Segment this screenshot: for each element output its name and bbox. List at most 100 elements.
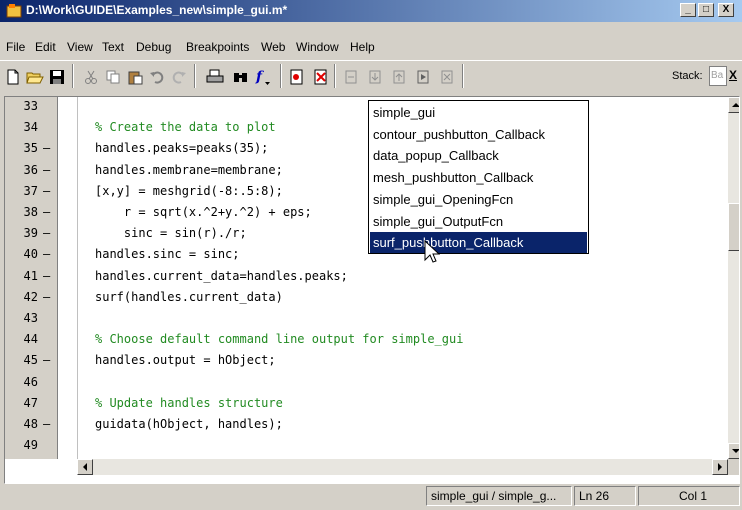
function-list-item[interactable]: simple_gui xyxy=(370,102,587,123)
function-list-item[interactable]: surf_pushbutton_Callback xyxy=(370,232,587,254)
toolbar-separator xyxy=(334,64,336,88)
exit-debug-icon[interactable] xyxy=(436,66,458,88)
breakpoint-marker[interactable]: – xyxy=(43,205,53,219)
function-list-dropdown[interactable]: simple_gui contour_pushbutton_Callback dat… xyxy=(368,100,589,254)
continue-icon[interactable] xyxy=(412,66,434,88)
stack-label: Stack: xyxy=(672,70,703,82)
code-comment: % Choose default command line output for… xyxy=(95,332,464,347)
line-number: 45 xyxy=(23,353,38,368)
line-number: 43 xyxy=(23,311,38,325)
breakpoint-marker[interactable]: – xyxy=(43,184,53,198)
scroll-right-icon[interactable] xyxy=(712,459,728,475)
line-number: 39 xyxy=(23,226,38,241)
line-number: 49 xyxy=(23,438,38,453)
line-number: 42 xyxy=(23,289,38,304)
mouse-cursor-icon xyxy=(424,240,440,263)
code-line: handles.membrane=membrane; xyxy=(95,162,283,177)
gutter-divider xyxy=(57,97,58,459)
function-list-item[interactable]: mesh_pushbutton_Callback xyxy=(370,167,587,188)
redo-icon[interactable] xyxy=(168,66,190,88)
scroll-down-icon[interactable] xyxy=(728,443,739,459)
open-folder-icon[interactable] xyxy=(24,66,46,88)
window-title: D:\Work\GUIDE\Examples_new\simple_gui.m* xyxy=(26,3,288,17)
close-button[interactable]: X xyxy=(718,3,734,17)
menu-debug[interactable]: Debug xyxy=(136,40,171,54)
toolbar-separator xyxy=(72,64,74,88)
editor-window: D:\Work\GUIDE\Examples_new\simple_gui.m*… xyxy=(0,0,742,510)
code-line: handles.peaks=peaks(35); xyxy=(95,141,269,156)
code-line: handles.output = hObject; xyxy=(95,353,276,368)
find-icon[interactable] xyxy=(230,66,252,88)
code-line: guidata(hObject, handles); xyxy=(95,417,283,431)
undo-icon[interactable] xyxy=(146,66,168,88)
vertical-scroll-thumb[interactable] xyxy=(728,203,739,251)
title-bar[interactable]: D:\Work\GUIDE\Examples_new\simple_gui.m*… xyxy=(0,0,742,22)
code-comment: % Create the data to plot xyxy=(95,120,276,135)
code-line: handles.sinc = sinc; xyxy=(95,247,240,262)
line-number: 35 xyxy=(23,141,38,156)
line-number: 47 xyxy=(23,395,38,410)
breakpoint-marker[interactable]: – xyxy=(43,226,53,240)
print-icon[interactable] xyxy=(204,66,226,88)
step-in-icon[interactable] xyxy=(364,66,386,88)
toolbar-separator xyxy=(462,64,464,88)
breakpoint-marker[interactable]: – xyxy=(43,141,53,155)
status-line: Ln 26 xyxy=(574,486,636,506)
save-icon[interactable] xyxy=(46,66,68,88)
stack-select[interactable]: Ba xyxy=(709,66,727,86)
line-number: 37 xyxy=(23,183,38,198)
new-file-icon[interactable] xyxy=(2,66,24,88)
menu-breakpoints[interactable]: Breakpoints xyxy=(186,40,249,54)
horizontal-scrollbar[interactable] xyxy=(77,459,728,475)
line-number: 38 xyxy=(23,205,38,219)
menu-edit[interactable]: Edit xyxy=(35,40,56,54)
scroll-up-icon[interactable] xyxy=(728,97,739,113)
line-number: 41 xyxy=(23,268,38,283)
svg-text:f: f xyxy=(255,69,265,85)
breakpoint-marker[interactable]: – xyxy=(43,290,53,304)
line-number: 44 xyxy=(23,332,38,347)
close-editor-button[interactable]: X xyxy=(729,68,737,82)
paste-icon[interactable] xyxy=(124,66,146,88)
breakpoint-marker[interactable]: – xyxy=(43,247,53,261)
menu-help[interactable]: Help xyxy=(350,40,375,54)
cut-icon[interactable] xyxy=(80,66,102,88)
breakpoint-divider xyxy=(77,97,78,459)
function-icon[interactable]: f xyxy=(252,66,274,88)
set-breakpoint-icon[interactable] xyxy=(286,66,308,88)
step-out-icon[interactable] xyxy=(388,66,410,88)
code-line: r = sqrt(x.^2+y.^2) + eps; xyxy=(95,205,312,219)
menu-view[interactable]: View xyxy=(67,40,93,54)
toolbar-separator xyxy=(280,64,282,88)
line-number: 36 xyxy=(23,162,38,177)
menu-text[interactable]: Text xyxy=(102,40,124,54)
vertical-scrollbar[interactable] xyxy=(728,97,739,459)
line-number: 33 xyxy=(23,99,38,113)
code-line: [x,y] = meshgrid(-8:.5:8); xyxy=(95,183,283,198)
code-comment: % Update handles structure xyxy=(95,395,283,410)
minimize-button[interactable]: _ xyxy=(680,3,696,17)
menu-web[interactable]: Web xyxy=(261,40,285,54)
function-list-item[interactable]: contour_pushbutton_Callback xyxy=(370,124,587,145)
function-list-item[interactable]: simple_gui_OutputFcn xyxy=(370,211,587,232)
toolbar-separator xyxy=(194,64,196,88)
menu-window[interactable]: Window xyxy=(296,40,339,54)
function-list-item[interactable]: simple_gui_OpeningFcn xyxy=(370,189,587,210)
breakpoint-marker[interactable]: – xyxy=(43,269,53,283)
status-function: simple_gui / simple_g... xyxy=(426,486,572,506)
line-number: 46 xyxy=(23,374,38,389)
copy-icon[interactable] xyxy=(102,66,124,88)
clear-breakpoints-icon[interactable] xyxy=(310,66,332,88)
menu-file[interactable]: File xyxy=(6,40,25,54)
function-list-item[interactable]: data_popup_Callback xyxy=(370,145,587,166)
step-icon[interactable] xyxy=(340,66,362,88)
scrollbar-corner xyxy=(728,459,739,475)
status-column: Col 1 xyxy=(638,486,740,506)
line-number: 34 xyxy=(23,120,38,135)
breakpoint-marker[interactable]: – xyxy=(43,163,53,177)
breakpoint-marker[interactable]: – xyxy=(43,353,53,367)
scroll-left-icon[interactable] xyxy=(77,459,93,475)
line-number: 40 xyxy=(23,247,38,262)
breakpoint-marker[interactable]: – xyxy=(43,417,53,431)
maximize-button[interactable]: □ xyxy=(698,3,714,17)
